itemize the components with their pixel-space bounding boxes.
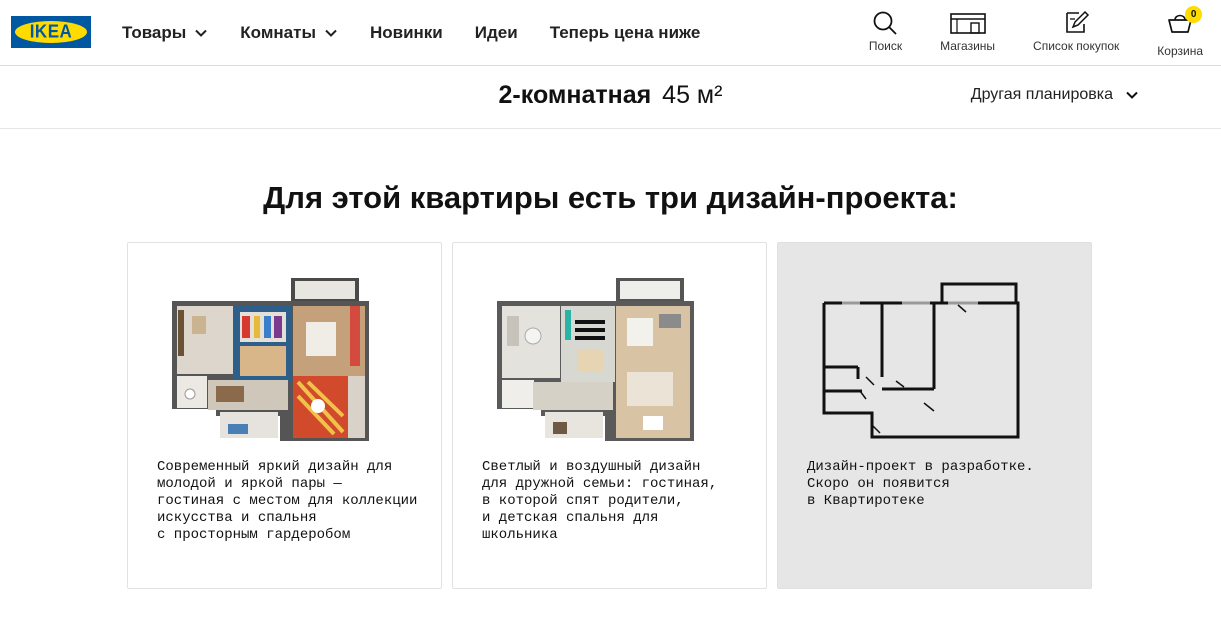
cart-icon-wrap: 0 — [1166, 6, 1203, 41]
chevron-down-icon — [1126, 91, 1138, 99]
search-icon — [874, 11, 898, 35]
top-navigation-bar: IKEA Товары Комнаты Новинки Идеи Теперь … — [0, 0, 1221, 66]
nav-item-label: Товары — [122, 23, 187, 42]
nav-item-lower-price[interactable]: Теперь цена ниже — [550, 23, 701, 43]
shopping-list-label: Список покупок — [1033, 39, 1120, 53]
cart-button[interactable]: 0 Корзина — [1157, 6, 1203, 58]
logo-text: IKEA — [29, 21, 73, 42]
card-description: Дизайн-проект в разработке. Скоро он поя… — [807, 459, 1034, 509]
other-layout-dropdown[interactable]: Другая планировка — [971, 86, 1139, 104]
shopping-list-button[interactable]: Список покупок — [1033, 10, 1119, 58]
chevron-down-icon — [195, 29, 207, 37]
nav-item-ideas[interactable]: Идеи — [475, 23, 518, 43]
stores-button[interactable]: Магазины — [940, 10, 995, 58]
ikea-logo[interactable]: IKEA — [11, 16, 91, 48]
floorplan-outline-image — [822, 282, 1020, 439]
nav-item-new[interactable]: Новинки — [370, 23, 443, 43]
chevron-down-icon — [325, 29, 337, 37]
shopping-list-icon — [1066, 10, 1090, 33]
page-heading: Для этой квартиры есть три дизайн-проект… — [263, 180, 958, 215]
floorplan-3d-image — [497, 278, 694, 441]
design-card-bright[interactable]: Современный яркий дизайн для молодой и я… — [127, 242, 442, 589]
search-button[interactable]: Поиск — [869, 10, 902, 58]
nav-item-label: Комнаты — [240, 23, 316, 42]
card-description: Светлый и воздушный дизайн для дружной с… — [482, 459, 718, 543]
header-tools: Поиск Магазины Список покупок 0 Корзина — [831, 6, 1203, 58]
cart-label: Корзина — [1157, 44, 1203, 58]
plan-area: 45 м² — [662, 81, 723, 109]
stores-label: Магазины — [940, 39, 996, 53]
floorplan-3d-image — [172, 278, 369, 441]
cart-count-badge: 0 — [1185, 6, 1203, 23]
design-card-in-progress[interactable]: Дизайн-проект в разработке. Скоро он поя… — [777, 242, 1092, 589]
search-label: Поиск — [868, 39, 903, 53]
nav-item-products[interactable]: Товары — [122, 23, 208, 43]
plan-header-bar: 2-комнатная 45 м² Другая планировка — [0, 66, 1221, 129]
plan-rooms: 2-комнатная — [498, 81, 652, 109]
nav-item-label: Новинки — [369, 23, 443, 42]
card-description: Современный яркий дизайн для молодой и я… — [157, 459, 418, 543]
nav-item-label: Идеи — [474, 23, 518, 42]
logo-oval: IKEA — [15, 21, 87, 43]
store-icon — [949, 13, 986, 34]
design-card-light[interactable]: Светлый и воздушный дизайн для дружной с… — [452, 242, 767, 589]
nav-item-rooms[interactable]: Комнаты — [240, 23, 338, 43]
other-layout-label: Другая планировка — [970, 86, 1113, 103]
nav-item-label: Теперь цена ниже — [549, 23, 701, 42]
main-nav: Товары Комнаты Новинки Идеи Теперь цена … — [122, 0, 732, 66]
